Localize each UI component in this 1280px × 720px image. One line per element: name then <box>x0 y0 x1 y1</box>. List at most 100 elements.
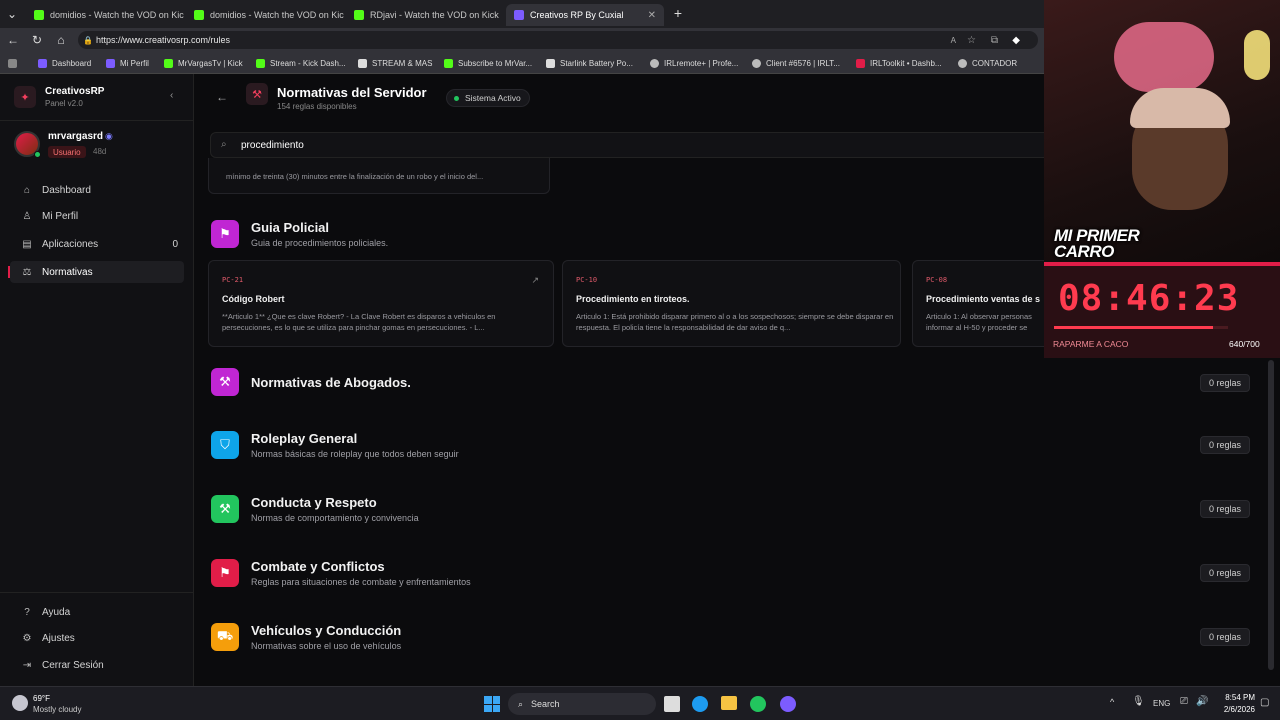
bookmark-label: Mi Perfil <box>120 58 149 68</box>
goal-label: RAPARME A CACO <box>1053 339 1129 349</box>
online-status-dot <box>34 151 41 158</box>
close-tab-icon[interactable]: ✕ <box>642 10 656 21</box>
kick-icon <box>354 10 364 20</box>
reload-icon[interactable]: ↻ <box>29 32 45 48</box>
rule-card-pc-10[interactable]: PC-10 Procedimiento en tiroteos. Articul… <box>562 260 901 347</box>
rule-code: PC-08 <box>926 276 948 284</box>
bookmark-item[interactable]: Mi Perfil <box>106 56 149 70</box>
tab-list-icon[interactable]: ⌄ <box>4 6 20 22</box>
bookmark-item[interactable]: Starlink Battery Po... <box>546 56 633 70</box>
document-icon: ▤ <box>22 238 32 250</box>
category-description: Reglas para situaciones de combate y enf… <box>251 577 471 587</box>
bookmark-item[interactable]: STREAM & MAS <box>358 56 432 70</box>
globe-icon <box>752 58 761 68</box>
tab-label: domidios - Watch the VOD on Kick <box>210 10 344 20</box>
search-value: procedimiento <box>241 140 304 151</box>
search-icon: ⌕ <box>221 139 227 150</box>
rules-count-badge: 0 reglas <box>1200 374 1251 392</box>
bookmarks-menu-icon[interactable] <box>8 56 22 70</box>
nav-aplicaciones[interactable]: ▤ Aplicaciones 0 <box>10 233 184 255</box>
browser-tab-1[interactable]: domidios - Watch the VOD on Kick ✕ <box>26 4 184 26</box>
bookmark-item[interactable]: IRLremote+ | Profe... <box>650 56 738 70</box>
rule-card[interactable]: mínimo de treinta (30) minutos entre la … <box>208 158 550 194</box>
category-description: Normativas sobre el uso de vehículos <box>251 641 402 651</box>
category-title[interactable]: Roleplay General <box>251 431 357 446</box>
favorite-star-icon[interactable]: ☆ <box>967 35 976 46</box>
gavel-icon: ⚒ <box>246 83 268 105</box>
rule-code: PC-10 <box>576 276 598 284</box>
bookmark-item[interactable]: Stream - Kick Dash... <box>256 56 346 70</box>
taskbar-search[interactable]: ⌕ Search <box>508 693 656 715</box>
bookmark-item[interactable]: MrVargasTv | Kick <box>164 56 243 70</box>
scrollbar[interactable] <box>1268 360 1274 670</box>
rule-description: **Articulo 1** ¿Que es clave Robert? - L… <box>222 312 496 332</box>
edge-browser-icon[interactable] <box>692 696 708 712</box>
back-arrow-icon[interactable]: ← <box>216 90 228 104</box>
category-title[interactable]: Normativas de Abogados. <box>251 375 411 390</box>
clock-time[interactable]: 8:54 PM <box>1215 693 1255 702</box>
lock-icon: 🔒 <box>83 35 93 45</box>
close-tab-icon[interactable]: ✕ <box>499 10 504 21</box>
status-text: Sistema Activo <box>465 93 521 103</box>
bookmark-item[interactable]: Dashboard <box>38 56 91 70</box>
windows-start-icon[interactable] <box>484 696 500 712</box>
home-icon[interactable]: ⌂ <box>53 32 69 48</box>
microphone-icon[interactable]: 🎙 <box>1132 696 1145 707</box>
task-view-icon[interactable] <box>664 696 680 712</box>
bookmark-icon <box>106 58 115 68</box>
rule-card-pc-21[interactable]: PC-21 ↗ Código Robert **Articulo 1** ¿Qu… <box>208 260 554 347</box>
browser-tab-4[interactable]: Creativos RP By Cuxial ✕ <box>506 4 664 26</box>
nav-dashboard[interactable]: ⌂ Dashboard <box>10 179 184 201</box>
language-indicator[interactable]: ENG <box>1153 699 1170 708</box>
bookmark-item[interactable]: Client #6576 | IRLT... <box>752 56 840 70</box>
discord-icon[interactable] <box>780 696 796 712</box>
new-tab-icon[interactable]: + <box>670 5 686 21</box>
bookmark-item[interactable]: CONTADOR <box>958 56 1017 70</box>
rule-description: Articulo 1: Está prohibido disparar prim… <box>576 312 894 332</box>
category-title[interactable]: Combate y Conflictos <box>251 559 385 574</box>
notification-icon[interactable]: ▢ <box>1260 697 1269 708</box>
show-hidden-icons[interactable]: ^ <box>1110 697 1114 707</box>
volume-icon[interactable]: 🔊 <box>1196 696 1208 707</box>
bookmark-item[interactable]: Subscribe to MrVar... <box>444 56 532 70</box>
goal-progress-fill <box>1054 326 1214 329</box>
nav-ajustes[interactable]: ⚙ Ajustes <box>10 627 184 649</box>
url-field[interactable]: 🔒 https://www.creativosrp.com/rules A ☆ … <box>78 31 1038 49</box>
main-content: ← ⚒ Normativas del Servidor 154 reglas d… <box>194 74 1044 686</box>
rule-title: Código Robert <box>222 294 285 304</box>
tab-label: Creativos RP By Cuxial <box>530 10 624 20</box>
extensions-icon[interactable]: ⧉ <box>991 35 998 46</box>
category-description: Normas básicas de roleplay que todos deb… <box>251 449 459 459</box>
rule-title: Procedimiento ventas de s <box>926 294 1041 304</box>
read-aloud-icon[interactable]: A <box>951 36 956 45</box>
collapse-sidebar-icon[interactable]: ‹ <box>170 90 173 101</box>
browser-tab-3[interactable]: RDjavi - Watch the VOD on Kick ✕ <box>346 4 504 26</box>
weather-temperature: 69°F <box>33 694 50 703</box>
rule-card-pc-08[interactable]: PC-08 Procedimiento ventas de s Articulo… <box>912 260 1044 347</box>
status-dot <box>454 96 459 101</box>
back-icon[interactable]: ← <box>5 32 21 48</box>
webcam-overlay: MI PRIMER CARRO 08:46:23 RAPARME A CACO … <box>1044 0 1280 358</box>
app-icon[interactable] <box>750 696 766 712</box>
nav-cerrar-sesion[interactable]: ⇥ Cerrar Sesión <box>10 654 184 676</box>
browser-tab-2[interactable]: domidios - Watch the VOD on Kick ✕ <box>186 4 344 26</box>
nav-normativas[interactable]: ⚖ Normativas <box>8 261 184 283</box>
open-external-icon[interactable]: ↗ <box>531 275 539 286</box>
category-title[interactable]: Conducta y Respeto <box>251 495 377 510</box>
member-since: 48d <box>93 147 107 156</box>
nav-mi-perfil[interactable]: ♙ Mi Perfil <box>10 205 184 227</box>
kick-icon <box>256 58 265 68</box>
search-input[interactable]: ⌕ procedimiento <box>210 132 1044 158</box>
extension-icon[interactable]: ◆ <box>1012 35 1020 46</box>
weather-icon[interactable] <box>12 695 28 711</box>
network-icon[interactable]: ⎚ <box>1180 696 1188 707</box>
bookmark-item[interactable]: IRLToolkit • Dashb... <box>856 56 942 70</box>
clock-date[interactable]: 2/6/2026 <box>1210 705 1255 714</box>
active-indicator <box>8 266 10 278</box>
applications-count: 0 <box>172 238 178 250</box>
shield-icon: ⛉ <box>211 431 239 459</box>
nav-ayuda[interactable]: ? Ayuda <box>10 601 184 623</box>
divider <box>0 592 194 593</box>
category-title[interactable]: Vehículos y Conducción <box>251 623 401 638</box>
file-explorer-icon[interactable] <box>721 696 737 710</box>
